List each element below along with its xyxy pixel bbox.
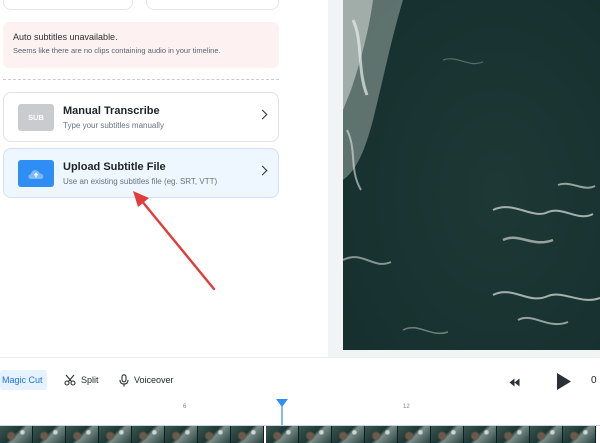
magic-cut-button[interactable]: Magic Cut xyxy=(0,370,47,390)
clip-thumbnail xyxy=(198,426,231,443)
scissors-icon xyxy=(64,374,76,386)
magic-cut-label: Magic Cut xyxy=(2,375,43,385)
clip-thumbnail xyxy=(33,426,66,443)
subtitle-editor: Auto subtitles unavailable. Seems like t… xyxy=(0,0,600,443)
play-icon[interactable] xyxy=(556,372,572,391)
clip-thumbnail xyxy=(332,426,365,443)
clip-thumbnail xyxy=(66,426,99,443)
clip-thumbnail xyxy=(431,426,464,443)
editing-toolbar: Magic Cut Split Voiceover 0 xyxy=(0,357,600,399)
rewind-icon[interactable] xyxy=(509,378,520,387)
timeline[interactable]: 6 12 xyxy=(0,399,600,443)
clip-thumbnail xyxy=(299,426,332,443)
ruler-tick-label: 6 xyxy=(183,404,187,410)
video-track[interactable] xyxy=(0,425,600,443)
voiceover-button[interactable]: Voiceover xyxy=(119,370,174,390)
clip-thumbnail xyxy=(398,426,431,443)
voiceover-label: Voiceover xyxy=(134,375,174,385)
clip-thumbnail xyxy=(365,426,398,443)
split-label: Split xyxy=(81,375,99,385)
clip-thumbnail xyxy=(464,426,497,443)
clip-thumbnail xyxy=(231,426,264,443)
clip-thumbnail xyxy=(165,426,198,443)
ocean-image xyxy=(343,0,600,350)
video-preview[interactable] xyxy=(343,0,600,350)
clip-thumbnail xyxy=(497,426,530,443)
split-button[interactable]: Split xyxy=(64,370,99,390)
clip-thumbnail xyxy=(132,426,165,443)
clip-thumbnail xyxy=(563,426,596,443)
clip-thumbnail xyxy=(530,426,563,443)
clip-thumbnail xyxy=(266,426,299,443)
time-display: 0 xyxy=(591,375,597,386)
clip-thumbnail xyxy=(0,426,33,443)
clip-thumbnail xyxy=(99,426,132,443)
ruler-tick-label: 12 xyxy=(403,404,410,410)
microphone-icon xyxy=(119,373,129,386)
